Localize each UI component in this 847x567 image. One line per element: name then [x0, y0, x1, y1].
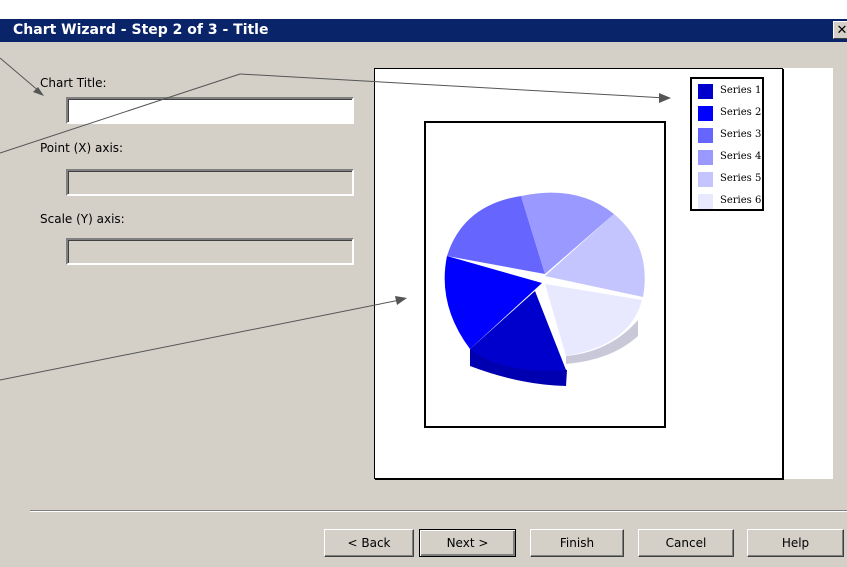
- chart-legend: Series 1 Series 2 Series 3 Series 4 Seri…: [690, 77, 764, 211]
- legend-swatch: [698, 84, 713, 99]
- legend-item: Series 1: [698, 83, 764, 99]
- back-button[interactable]: < Back: [324, 529, 414, 557]
- legend-label: Series 1: [720, 85, 762, 96]
- legend-label: Series 5: [720, 173, 762, 184]
- y-axis-label: Scale (Y) axis:: [40, 212, 125, 226]
- title-bar-area: Chart Wizard - Step 2 of 3 - Title ✕: [0, 0, 847, 42]
- legend-item: Series 5: [698, 171, 764, 187]
- legend-label: Series 3: [720, 129, 762, 140]
- finish-button[interactable]: Finish: [530, 529, 624, 557]
- legend-item: Series 6: [698, 193, 764, 209]
- legend-swatch: [698, 172, 713, 187]
- legend-swatch: [698, 194, 713, 209]
- legend-item: Series 4: [698, 149, 764, 165]
- x-axis-input: [66, 169, 354, 196]
- legend-swatch: [698, 150, 713, 165]
- chart-title-label: Chart Title:: [40, 76, 107, 90]
- legend-label: Series 6: [720, 195, 762, 206]
- legend-label: Series 4: [720, 151, 762, 162]
- legend-item: Series 3: [698, 127, 764, 143]
- cancel-button[interactable]: Cancel: [638, 529, 734, 557]
- x-axis-label: Point (X) axis:: [40, 141, 124, 155]
- legend-item: Series 2: [698, 105, 764, 121]
- help-button[interactable]: Help: [747, 529, 844, 557]
- legend-swatch: [698, 106, 713, 121]
- window-title: Chart Wizard - Step 2 of 3 - Title: [13, 22, 269, 38]
- legend-label: Series 2: [720, 107, 762, 118]
- y-axis-input: [66, 238, 354, 265]
- chart-title-input[interactable]: [66, 97, 354, 124]
- next-button[interactable]: Next >: [419, 529, 516, 557]
- preview-margin: [783, 68, 833, 479]
- legend-swatch: [698, 128, 713, 143]
- button-separator: [30, 510, 847, 512]
- plot-area: [424, 121, 666, 428]
- close-button[interactable]: ✕: [833, 21, 847, 39]
